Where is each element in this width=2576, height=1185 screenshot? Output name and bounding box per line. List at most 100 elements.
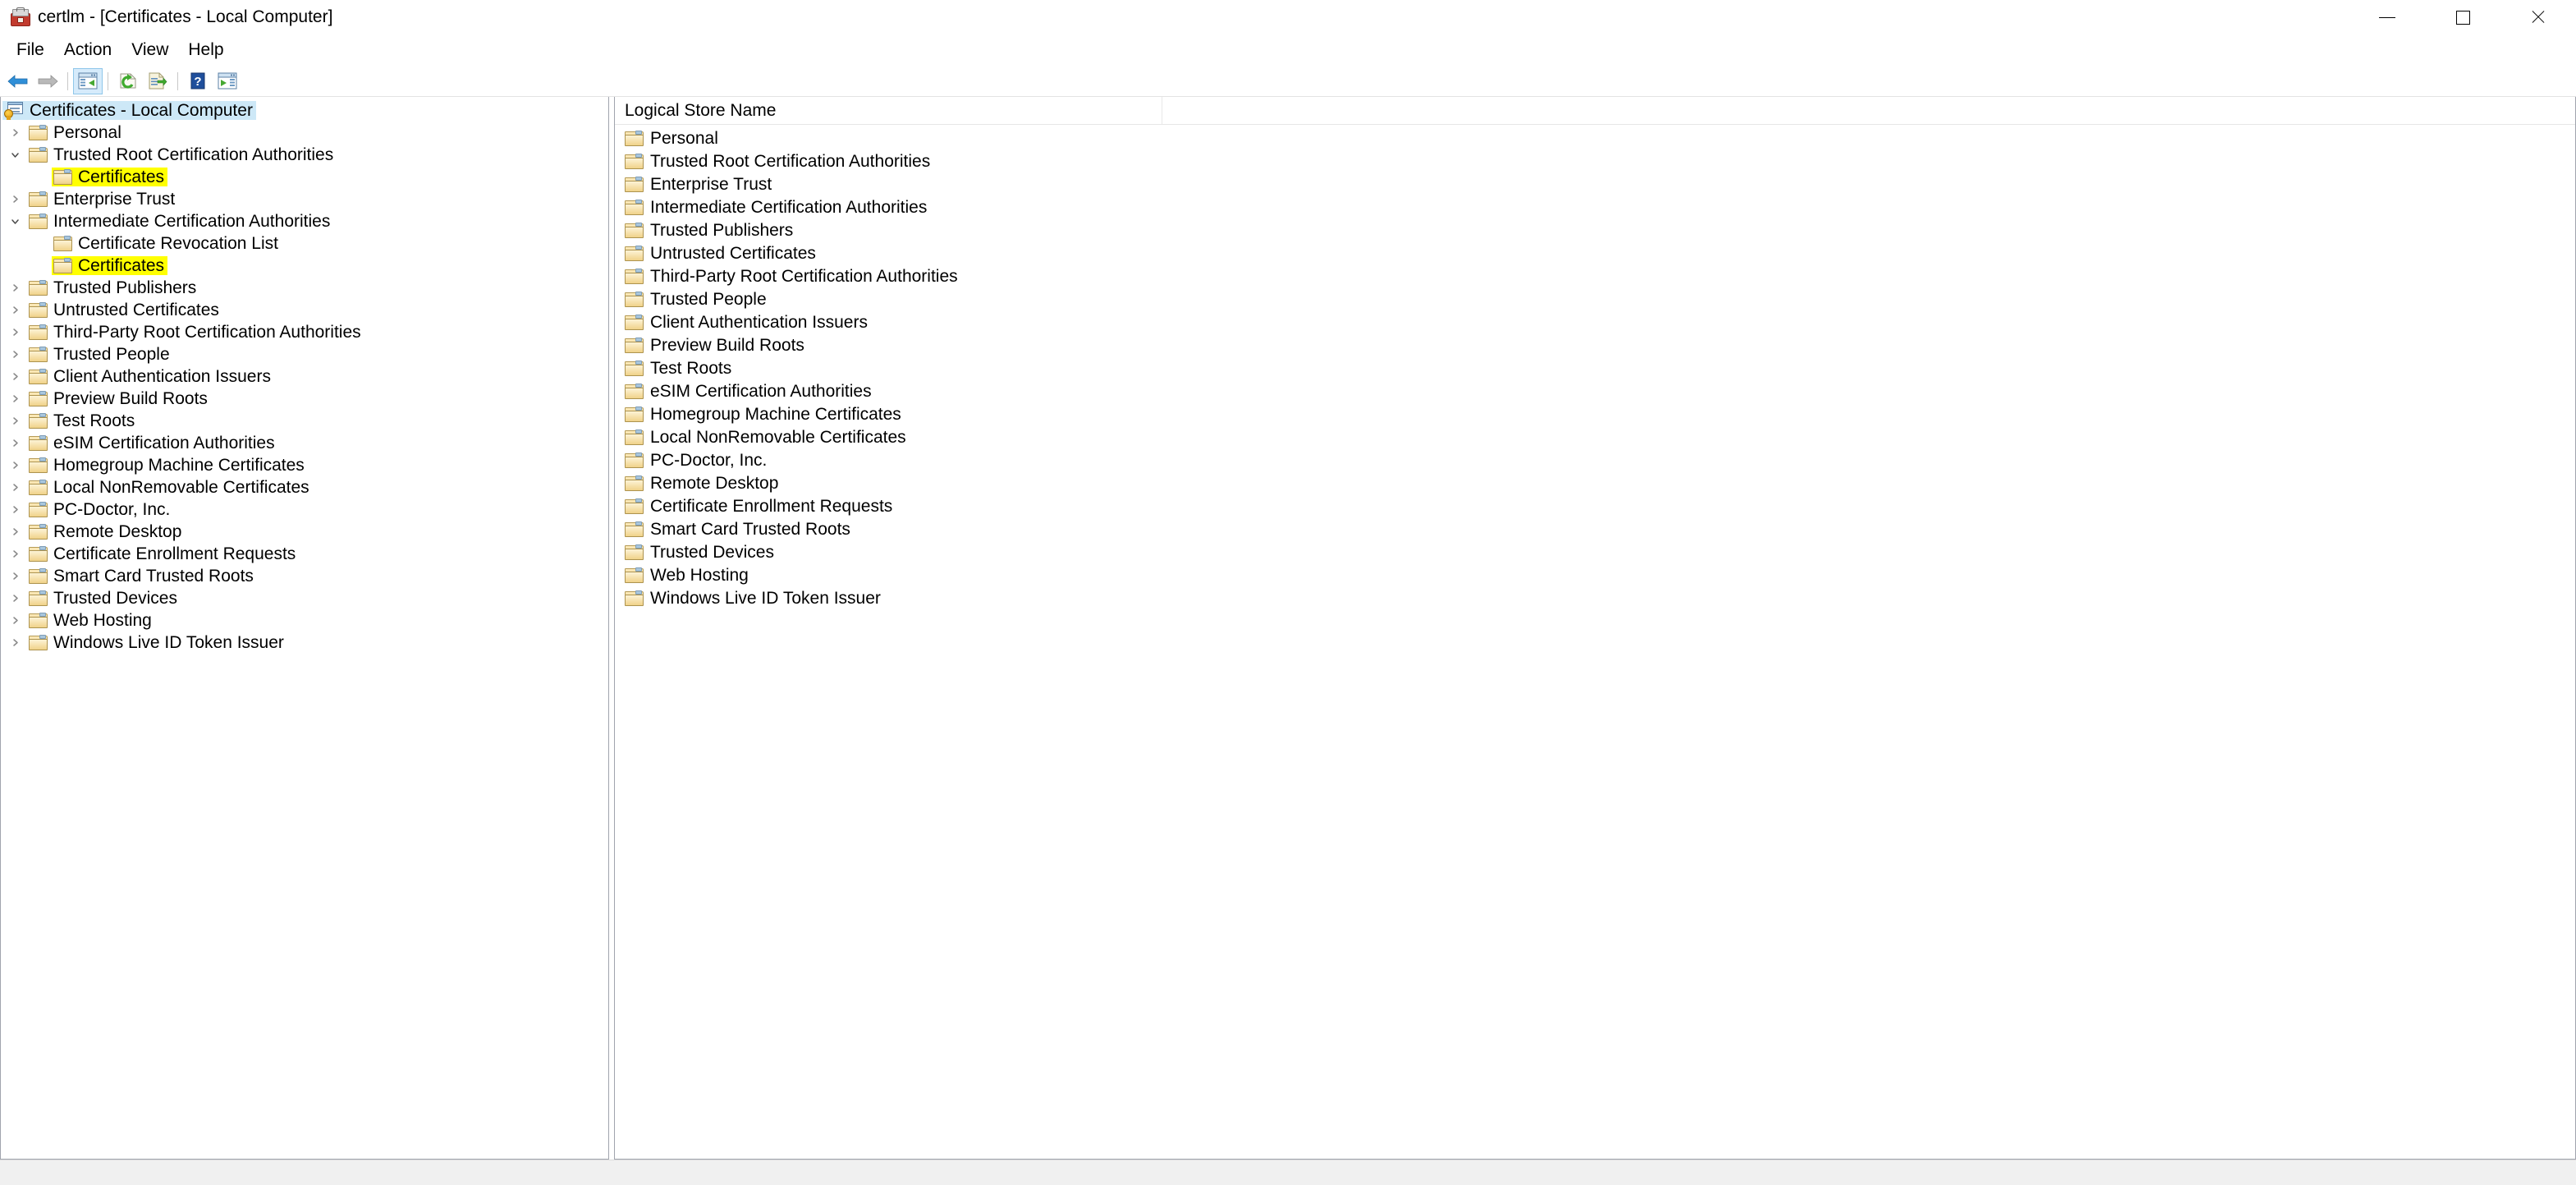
chevron-down-icon[interactable]	[2, 210, 27, 232]
list-item[interactable]: Local NonRemovable Certificates	[615, 425, 2575, 448]
tree-node-certificate-revocation-list[interactable]: Certificate Revocation List	[52, 234, 282, 253]
tree-row[interactable]: Client Authentication Issuers	[1, 365, 608, 388]
chevron-right-icon[interactable]	[2, 454, 27, 476]
tree-node-third-party-root-certification-authorities[interactable]: Third-Party Root Certification Authoriti…	[27, 323, 364, 342]
export-list-button[interactable]	[143, 68, 172, 94]
minimize-button[interactable]	[2349, 0, 2425, 34]
list-item[interactable]: Remote Desktop	[615, 471, 2575, 494]
tree-node-esim-certification-authorities[interactable]: eSIM Certification Authorities	[27, 434, 278, 452]
tree-node-preview-build-roots[interactable]: Preview Build Roots	[27, 389, 211, 408]
tree-node-certificates[interactable]: Certificates	[52, 168, 168, 186]
tree-row[interactable]: Web Hosting	[1, 609, 608, 632]
chevron-right-icon[interactable]	[2, 587, 27, 609]
tree-node-client-authentication-issuers[interactable]: Client Authentication Issuers	[27, 367, 274, 386]
tree-row[interactable]: Test Roots	[1, 410, 608, 432]
list-item[interactable]: Trusted Devices	[615, 540, 2575, 563]
refresh-button[interactable]	[113, 68, 143, 94]
list-item[interactable]: Personal	[615, 126, 2575, 149]
chevron-right-icon[interactable]	[2, 498, 27, 521]
tree-node-certificates[interactable]: Certificates	[52, 256, 168, 275]
chevron-right-icon[interactable]	[2, 122, 27, 144]
list-item[interactable]: Windows Live ID Token Issuer	[615, 586, 2575, 609]
chevron-right-icon[interactable]	[2, 343, 27, 365]
tree-node-trusted-devices[interactable]: Trusted Devices	[27, 589, 181, 608]
help-button[interactable]: ?	[183, 68, 213, 94]
tree-row[interactable]: Trusted People	[1, 343, 608, 365]
console-tree-pane[interactable]: Certificates - Local Computer Personal Tr…	[0, 97, 609, 1160]
chevron-right-icon[interactable]	[2, 632, 27, 654]
chevron-right-icon[interactable]	[2, 410, 27, 432]
list-item[interactable]: eSIM Certification Authorities	[615, 379, 2575, 402]
list-item[interactable]: Client Authentication Issuers	[615, 310, 2575, 333]
tree-row[interactable]: Remote Desktop	[1, 521, 608, 543]
tree-row[interactable]: Smart Card Trusted Roots	[1, 565, 608, 587]
chevron-right-icon[interactable]	[2, 609, 27, 632]
tree-node-certificates-local-computer[interactable]: Certificates - Local Computer	[2, 101, 256, 120]
chevron-right-icon[interactable]	[2, 543, 27, 565]
back-button[interactable]	[3, 68, 33, 94]
tree-row[interactable]: Trusted Publishers	[1, 277, 608, 299]
tree-node-trusted-publishers[interactable]: Trusted Publishers	[27, 278, 199, 297]
column-header-logical-store-name[interactable]: Logical Store Name	[615, 97, 1162, 124]
tree-node-certificate-enrollment-requests[interactable]: Certificate Enrollment Requests	[27, 544, 299, 563]
menu-item-view[interactable]: View	[121, 38, 178, 62]
chevron-right-icon[interactable]	[2, 188, 27, 210]
list-item[interactable]: PC-Doctor, Inc.	[615, 448, 2575, 471]
chevron-right-icon[interactable]	[2, 521, 27, 543]
tree-row[interactable]: Enterprise Trust	[1, 188, 608, 210]
tree-node-untrusted-certificates[interactable]: Untrusted Certificates	[27, 301, 222, 319]
tree-node-homegroup-machine-certificates[interactable]: Homegroup Machine Certificates	[27, 456, 308, 475]
results-list-pane[interactable]: Logical Store Name Personal Trusted Root …	[614, 97, 2576, 1160]
chevron-right-icon[interactable]	[2, 432, 27, 454]
chevron-right-icon[interactable]	[2, 365, 27, 388]
chevron-right-icon[interactable]	[2, 565, 27, 587]
tree-node-windows-live-id-token-issuer[interactable]: Windows Live ID Token Issuer	[27, 633, 287, 652]
chevron-right-icon[interactable]	[2, 299, 27, 321]
tree-row[interactable]: Certificate Revocation List	[1, 232, 608, 255]
tree-node-smart-card-trusted-roots[interactable]: Smart Card Trusted Roots	[27, 567, 257, 586]
list-item[interactable]: Smart Card Trusted Roots	[615, 517, 2575, 540]
show-hide-action-pane-button[interactable]	[213, 68, 242, 94]
menu-item-file[interactable]: File	[7, 38, 54, 62]
list-item[interactable]: Test Roots	[615, 356, 2575, 379]
list-item[interactable]: Untrusted Certificates	[615, 241, 2575, 264]
chevron-right-icon[interactable]	[2, 476, 27, 498]
tree-row-root[interactable]: Certificates - Local Computer	[1, 99, 608, 122]
tree-row[interactable]: Homegroup Machine Certificates	[1, 454, 608, 476]
close-button[interactable]	[2500, 0, 2576, 34]
list-item[interactable]: Trusted Root Certification Authorities	[615, 149, 2575, 172]
tree-row[interactable]: Certificate Enrollment Requests	[1, 543, 608, 565]
tree-node-trusted-people[interactable]: Trusted People	[27, 345, 173, 364]
maximize-button[interactable]	[2425, 0, 2500, 34]
tree-node-remote-desktop[interactable]: Remote Desktop	[27, 522, 185, 541]
list-item[interactable]: Homegroup Machine Certificates	[615, 402, 2575, 425]
list-item[interactable]: Certificate Enrollment Requests	[615, 494, 2575, 517]
list-item[interactable]: Trusted People	[615, 287, 2575, 310]
tree-row[interactable]: Local NonRemovable Certificates	[1, 476, 608, 498]
menu-item-help[interactable]: Help	[178, 38, 233, 62]
show-hide-console-tree-button[interactable]	[73, 67, 103, 94]
menu-item-action[interactable]: Action	[54, 38, 121, 62]
list-item[interactable]: Third-Party Root Certification Authoriti…	[615, 264, 2575, 287]
list-item[interactable]: Preview Build Roots	[615, 333, 2575, 356]
chevron-right-icon[interactable]	[2, 388, 27, 410]
list-item[interactable]: Intermediate Certification Authorities	[615, 195, 2575, 218]
tree-row[interactable]: Trusted Devices	[1, 587, 608, 609]
tree-row[interactable]: Certificates	[1, 255, 608, 277]
tree-row[interactable]: Personal	[1, 122, 608, 144]
tree-row[interactable]: Preview Build Roots	[1, 388, 608, 410]
list-item[interactable]: Enterprise Trust	[615, 172, 2575, 195]
tree-node-local-nonremovable-certificates[interactable]: Local NonRemovable Certificates	[27, 478, 313, 497]
tree-node-trusted-root-certification-authorities[interactable]: Trusted Root Certification Authorities	[27, 145, 337, 164]
tree-row[interactable]: Windows Live ID Token Issuer	[1, 632, 608, 654]
tree-row[interactable]: Intermediate Certification Authorities	[1, 210, 608, 232]
tree-row[interactable]: Certificates	[1, 166, 608, 188]
list-item[interactable]: Web Hosting	[615, 563, 2575, 586]
chevron-right-icon[interactable]	[2, 277, 27, 299]
list-item[interactable]: Trusted Publishers	[615, 218, 2575, 241]
tree-node-pc-doctor-inc[interactable]: PC-Doctor, Inc.	[27, 500, 173, 519]
tree-node-web-hosting[interactable]: Web Hosting	[27, 611, 155, 630]
tree-node-intermediate-certification-authorities[interactable]: Intermediate Certification Authorities	[27, 212, 333, 231]
tree-node-test-roots[interactable]: Test Roots	[27, 411, 138, 430]
tree-row[interactable]: eSIM Certification Authorities	[1, 432, 608, 454]
